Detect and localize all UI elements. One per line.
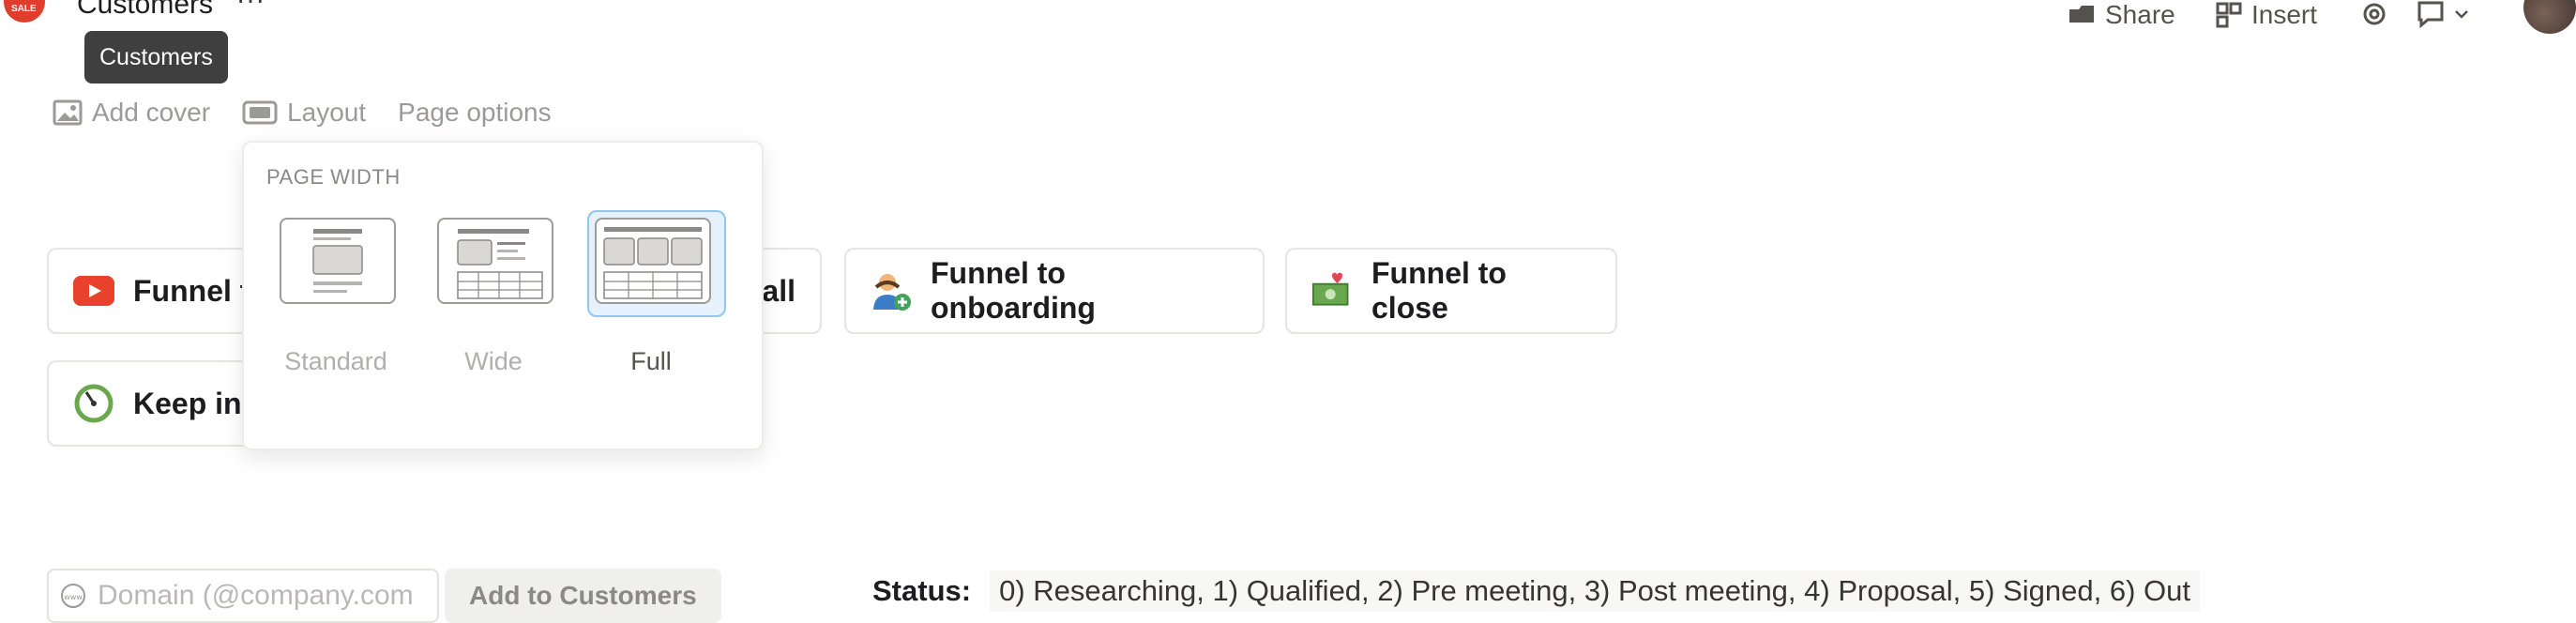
- width-option-label: Standard: [284, 347, 387, 375]
- full-layout-icon: [595, 218, 711, 304]
- person-add-icon: [871, 270, 912, 312]
- domain-input[interactable]: [96, 579, 437, 613]
- title-more-button[interactable]: ···: [236, 0, 265, 15]
- width-option-label: Full: [630, 347, 672, 375]
- insert-label: Insert: [2251, 0, 2318, 29]
- app-logo-text: SALE: [11, 4, 37, 14]
- share-icon: [2069, 6, 2094, 23]
- layout-button[interactable]: Layout: [242, 98, 366, 128]
- status-label: Status:: [872, 574, 972, 607]
- comment-icon: [2417, 1, 2444, 28]
- page-controls: Add cover Layout Page options: [53, 94, 583, 131]
- status-values: 0) Researching, 1) Qualified, 2) Pre mee…: [990, 570, 2200, 612]
- wide-layout-icon: [437, 218, 553, 304]
- layout-icon: [242, 100, 278, 125]
- avatar[interactable]: [2523, 0, 2576, 34]
- app-logo[interactable]: SALE: [4, 0, 45, 23]
- insert-button[interactable]: Insert: [2216, 0, 2317, 30]
- domain-field[interactable]: www: [47, 569, 439, 623]
- grid-icon: [2216, 2, 2242, 28]
- card-label: Funnel t: [133, 273, 250, 308]
- funnel-to-onboarding-card[interactable]: Funnel to onboarding: [844, 248, 1265, 334]
- money-heart-icon: [1311, 270, 1353, 312]
- card-label: Funnel to close: [1371, 256, 1507, 325]
- status-line: Status: 0) Researching, 1) Qualified, 2)…: [872, 570, 2200, 612]
- card-label: Keep in: [133, 386, 242, 420]
- youtube-icon: [73, 270, 114, 312]
- globe-icon: www: [61, 584, 85, 608]
- width-option-label: Wide: [464, 347, 523, 375]
- card-label: Funnel to onboarding: [931, 256, 1096, 325]
- page-width-popover: PAGE WIDTH Standard Wide Full: [242, 141, 764, 450]
- add-to-customers-button[interactable]: Add to Customers: [445, 569, 721, 623]
- title-tooltip: Customers: [84, 31, 228, 84]
- page-title[interactable]: Customers: [77, 0, 213, 21]
- settings-button[interactable]: [2360, 0, 2388, 28]
- page-width-heading: PAGE WIDTH: [266, 165, 401, 189]
- card-label: all: [762, 273, 796, 308]
- comments-button[interactable]: [2417, 0, 2469, 28]
- share-label: Share: [2105, 0, 2175, 29]
- layout-label: Layout: [287, 98, 367, 127]
- stopwatch-icon: [73, 383, 114, 424]
- page-options-label: Page options: [398, 98, 552, 127]
- svg-text:www: www: [64, 593, 83, 601]
- gear-icon: [2363, 3, 2386, 25]
- add-cover-button[interactable]: Add cover: [53, 98, 210, 128]
- image-icon: [53, 99, 83, 126]
- add-cover-label: Add cover: [92, 98, 211, 127]
- standard-layout-icon: [280, 218, 396, 304]
- chevron-down-icon: [2455, 10, 2468, 19]
- page-options-button[interactable]: Page options: [398, 98, 551, 128]
- share-button[interactable]: Share: [2068, 0, 2175, 30]
- funnel-to-close-card[interactable]: Funnel to close: [1285, 248, 1617, 334]
